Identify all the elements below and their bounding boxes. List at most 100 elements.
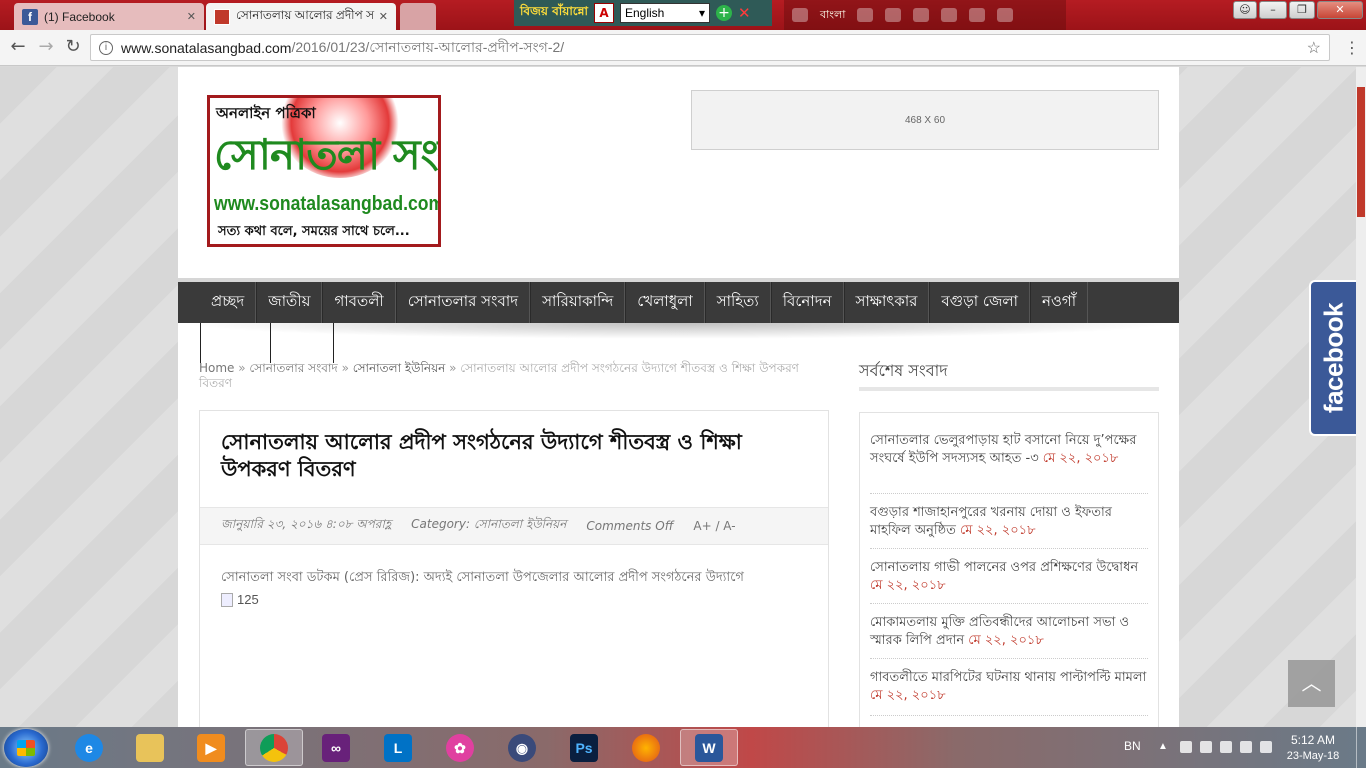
network-icon[interactable] [1220,741,1232,753]
info-icon[interactable]: i [99,40,113,55]
lync-icon: L [384,733,412,762]
article-body: সোনাতলা সংবা ডটকম (প্রেস রিরিজ): অদ্যই স… [221,567,811,611]
facebook-side-tab[interactable]: facebook [1309,280,1356,436]
show-desktop-button[interactable] [1356,727,1366,768]
tab-facebook[interactable]: f (1) Facebook ✕ [14,3,204,30]
reload-icon[interactable]: ↻ [63,38,83,58]
ime-settings-icon[interactable] [913,8,930,22]
language-indicator[interactable]: BN [1124,739,1141,753]
ime-pen-icon[interactable] [885,8,902,22]
taskbar-firefox[interactable] [617,729,675,766]
logo-main-text: সোনাতলা সংবাদ [214,130,438,179]
list-item[interactable]: সোনাতলার ভেলুরপাড়ায় হাট বসানো নিয়ে দু… [870,432,1148,468]
taskbar-media[interactable]: ▶ [182,729,240,766]
font-size-control[interactable]: A+ / A- [693,519,735,533]
nav-item-national[interactable]: জাতীয় [256,282,323,323]
bijoy-mode-icon[interactable]: A [593,3,614,23]
latest-news-list: সোনাতলার ভেলুরপাড়ায় হাট বসানো নিয়ে দু… [859,412,1159,727]
taskbar-photoshop[interactable]: Ps [555,729,613,766]
news-headline[interactable]: সোনাতলায় গাভী পালনের ওপর প্রশিক্ষণের উদ… [870,560,1138,575]
nav-guide-line [270,323,271,363]
taskbar-camera[interactable]: ◉ [493,729,551,766]
windows-taskbar: e ▶ ∞ L ✿ ◉ Ps W BN ▲ 5:12 AM 23-May-18 [0,727,1366,768]
close-icon[interactable]: ✕ [187,10,196,23]
chevron-up-icon: ︿ [1301,671,1322,695]
menu-icon[interactable]: ⋮ [1344,38,1360,57]
ime-language[interactable]: বাংলা [820,6,845,25]
browser-titlebar: f (1) Facebook ✕ সোনাতলায় আলোর প্রদীপ স… [0,0,1366,30]
ime-info-icon[interactable] [997,8,1014,22]
url-path: /2016/01/23/সোনাতলায়-আলোর-প্রদীপ-সংগ-2/ [291,38,565,55]
nav-item-sports[interactable]: খেলাধুলা [625,282,705,323]
list-item[interactable]: সোনাতলায় গাভী পালনের ওপর প্রশিক্ষণের উদ… [870,559,1148,595]
close-window-button[interactable]: ✕ [1317,1,1363,19]
scrollbar-thumb[interactable] [1357,87,1365,217]
address-bar[interactable]: i www.sonatalasangbad.com/2016/01/23/সোন… [90,34,1330,61]
word-icon: W [695,733,723,762]
ime-browser-icon[interactable] [941,8,958,22]
list-item[interactable]: গাবতলীতে মারপিটের ঘটনায় থানায় পাল্টাপল… [870,669,1148,705]
news-headline[interactable]: গাবতলীতে মারপিটের ঘটনায় থানায় পাল্টাপল… [870,670,1146,685]
nav-item-literature[interactable]: সাহিত্য [704,282,771,323]
nav-shadow [178,323,1179,339]
chevron-up-icon[interactable]: ▲ [1158,741,1170,753]
taskbar-chrome[interactable] [245,729,303,766]
start-button[interactable] [4,729,48,767]
taskbar-lync[interactable]: L [369,729,427,766]
tab-sonatala[interactable]: সোনাতলায় আলোর প্রদীপ স ✕ [206,3,396,30]
nav-item-gabtali[interactable]: গাবতলী [322,282,396,323]
plus-icon[interactable]: + [715,5,732,21]
list-divider [870,548,1148,549]
list-divider [870,658,1148,659]
news-date: মে ২২, ২০১৮ [1042,451,1119,466]
maximize-button[interactable]: ❐ [1289,1,1315,19]
battery-icon[interactable] [1180,741,1192,753]
clock-time[interactable]: 5:12 AM [1280,733,1346,747]
site-logo[interactable]: অনলাইন পত্রিকা সোনাতলা সংবাদ www.sonatal… [207,95,441,247]
breadcrumb-category[interactable]: সোনাতলার সংবাদ [249,361,337,375]
news-date: মে ২২, ২০১৮ [870,578,946,593]
forward-arrow-icon[interactable]: → [36,38,56,58]
nav-item-naogaon[interactable]: নওগাঁ [1029,282,1089,323]
keyboard-language-value: English [624,6,665,20]
article-category[interactable]: Category: সোনাতলা ইউনিয়ন [411,516,566,536]
nav-item-bogura[interactable]: বগুড়া জেলা [929,282,1030,323]
nav-item-sariakandi[interactable]: সারিয়াকান্দি [530,282,626,323]
taskbar-visual-studio[interactable]: ∞ [307,729,365,766]
page-scrollbar[interactable] [1356,67,1366,727]
taskbar-paint[interactable]: ✿ [431,729,489,766]
nav-item-entertainment[interactable]: বিনোদন [770,282,844,323]
browser-toolbar: ← → ↻ i www.sonatalasangbad.com/2016/01/… [0,30,1366,66]
ime-help-icon[interactable] [969,8,986,22]
taskbar-ie[interactable]: e [60,729,118,766]
taskbar-explorer[interactable] [121,729,179,766]
back-arrow-icon[interactable]: ← [8,38,28,58]
user-icon[interactable]: ☺ [1233,1,1257,19]
volume-icon[interactable] [1260,741,1272,753]
monitor-icon[interactable] [1240,741,1252,753]
list-item[interactable]: মোকামতলায় মুক্তি প্রতিবন্ধীদের আলোচনা স… [870,614,1148,650]
nav-item-home[interactable]: প্রচ্ছদ [200,282,257,323]
new-tab-button[interactable] [400,3,436,30]
ime-keyboard-icon[interactable] [857,8,874,22]
ad-size-label: 468 X 60 [904,114,946,126]
close-icon[interactable]: ✕ [738,4,751,22]
clock-date[interactable]: 23-May-18 [1280,750,1346,762]
scroll-to-top-button[interactable]: ︿ [1288,660,1335,707]
nav-item-sonatala-news[interactable]: সোনাতলার সংবাদ [395,282,531,323]
breadcrumb-subcategory[interactable]: সোনাতলা ইউনিয়ন [353,361,446,375]
flag-icon[interactable] [1200,741,1212,753]
breadcrumb-home[interactable]: Home [199,361,234,375]
facebook-tab-label: facebook [1318,302,1348,414]
bookmark-star-icon[interactable]: ☆ [1307,38,1321,58]
list-item[interactable]: বগুড়ার শাজাহানপুরের খরনায় দোয়া ও ইফতা… [870,504,1148,540]
list-divider [870,493,1148,494]
close-icon[interactable]: ✕ [379,10,388,23]
minimize-button[interactable]: – [1259,1,1287,19]
taskbar-word[interactable]: W [680,729,738,766]
keyboard-language-select[interactable]: English ▾ [619,3,710,23]
ad-banner[interactable]: 468 X 60 [691,90,1159,150]
logo-tagline: সত্য কথা বলে, সময়ের সাথে চলে... [218,224,410,239]
ime-script-icon[interactable] [792,8,808,22]
nav-item-interview[interactable]: সাক্ষাৎকার [843,282,930,323]
